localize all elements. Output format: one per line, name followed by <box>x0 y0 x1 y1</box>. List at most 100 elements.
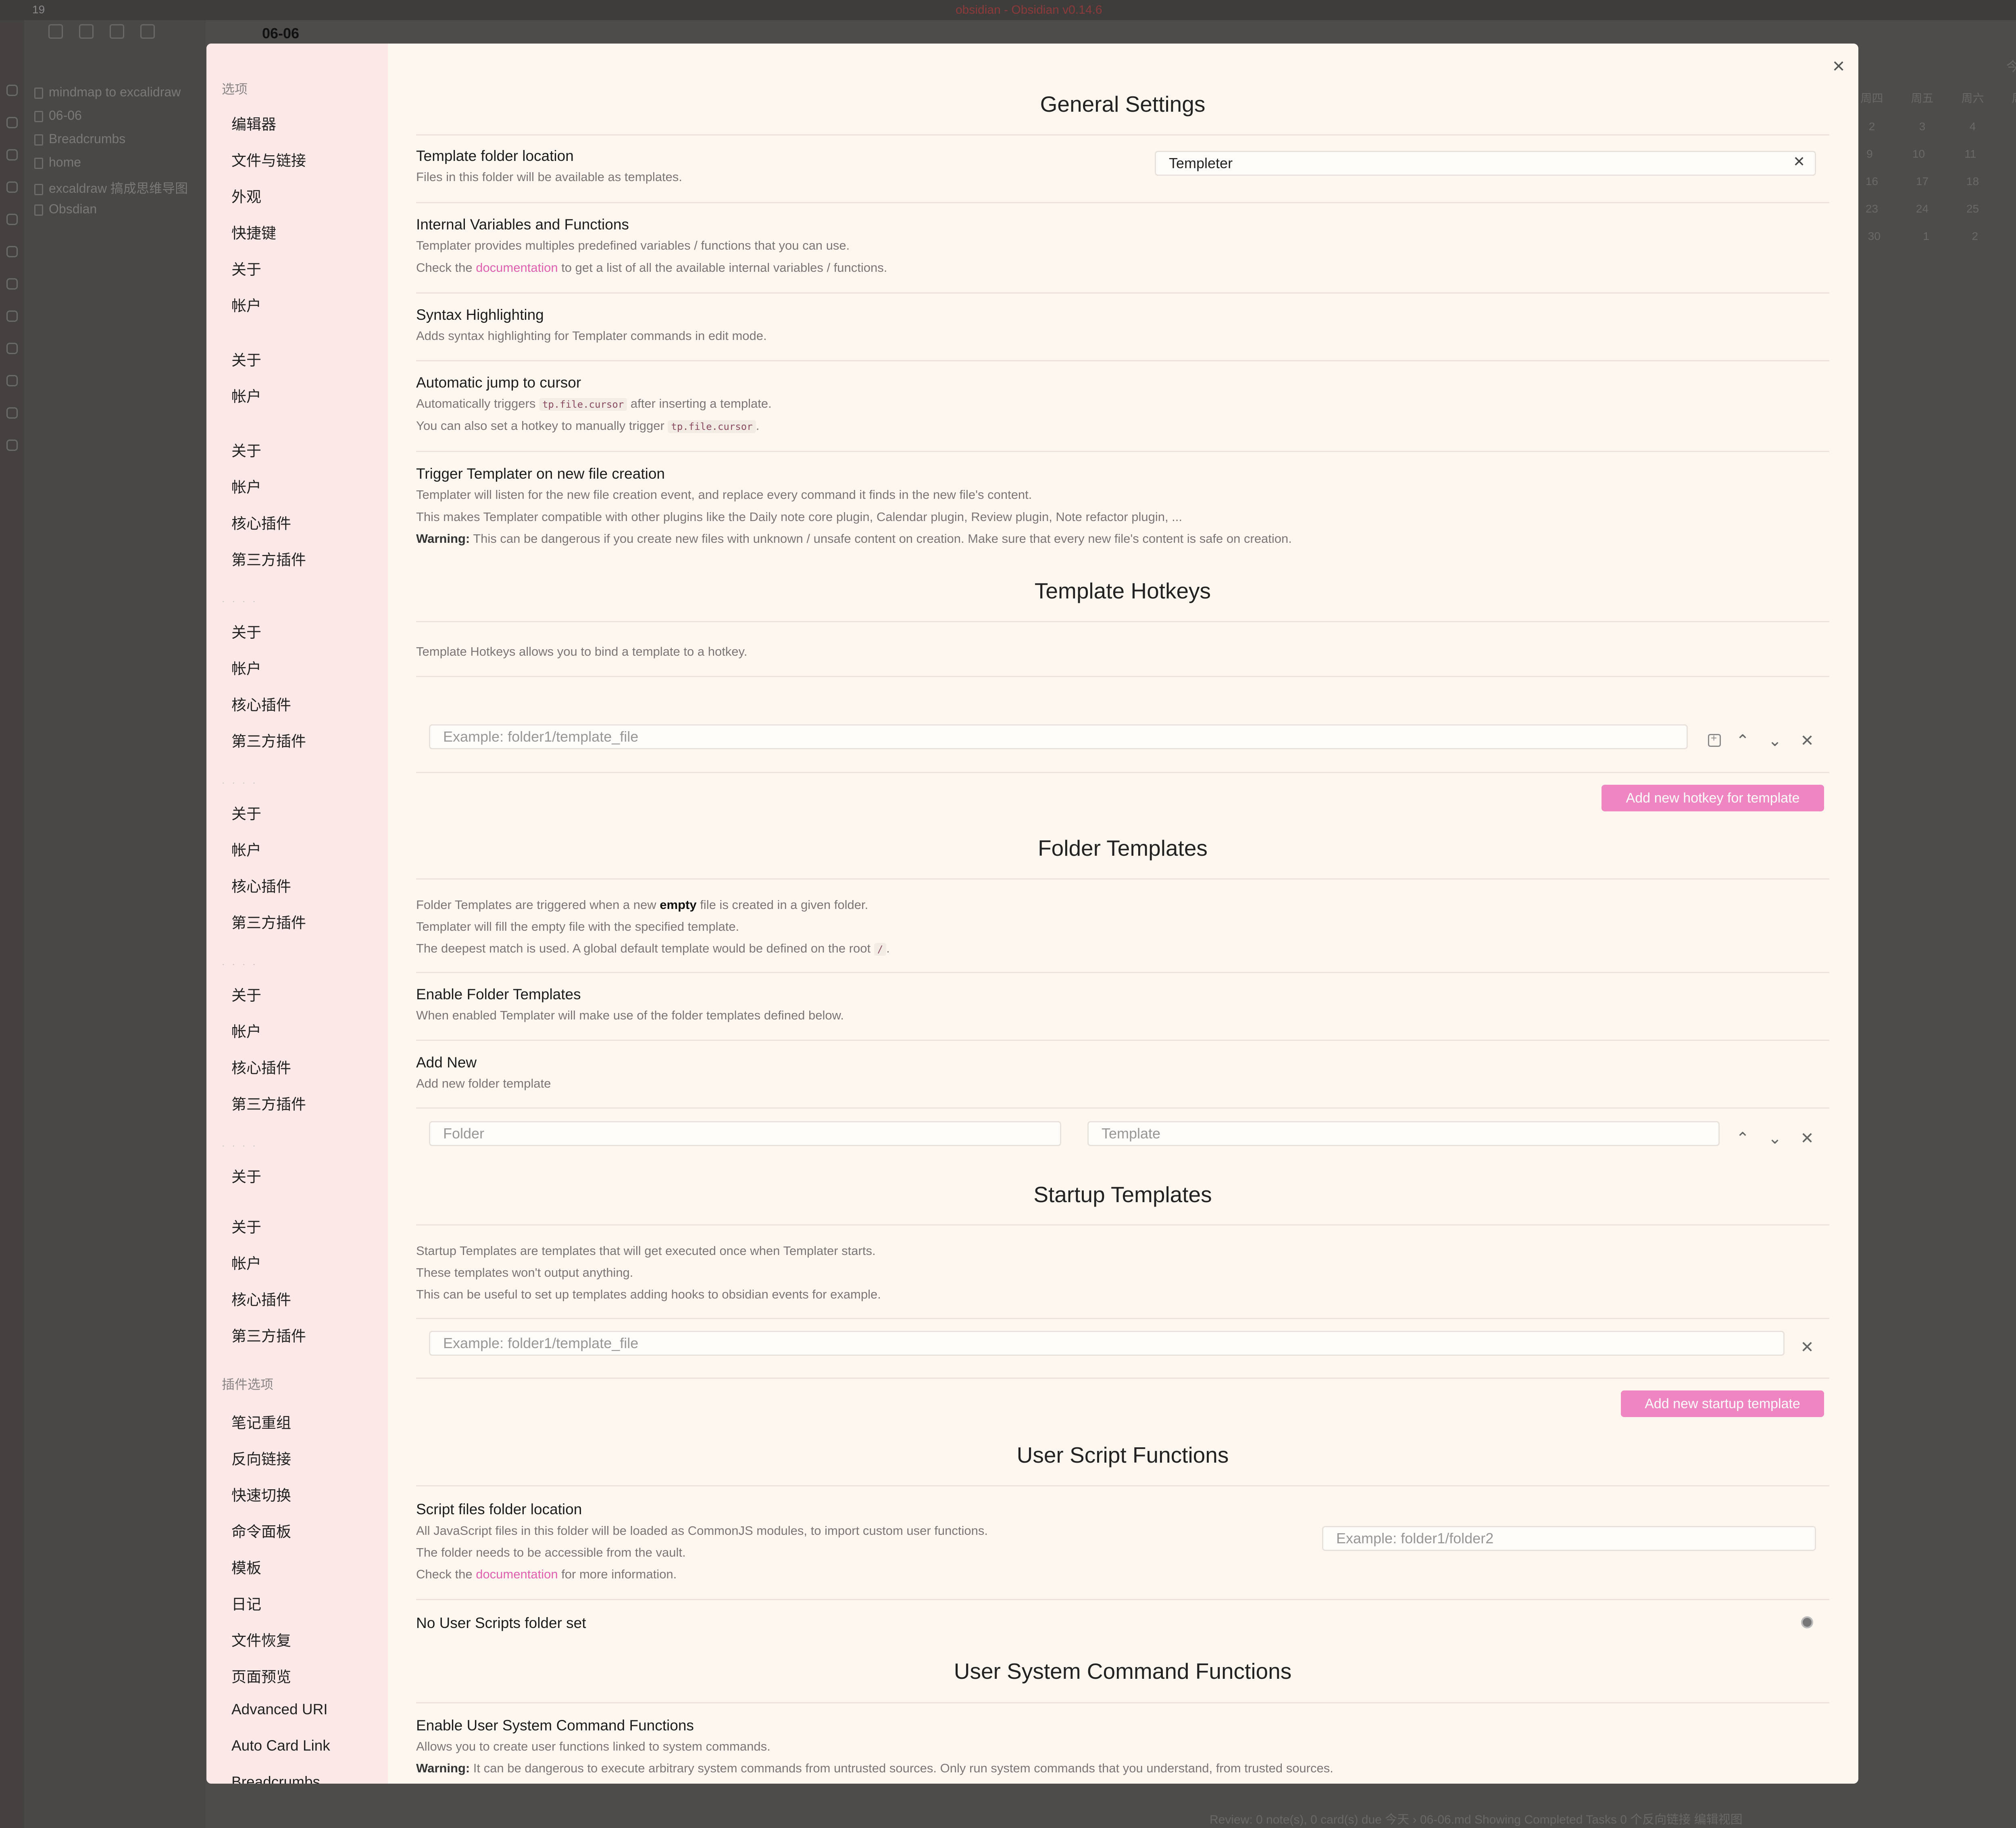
file-item[interactable]: home <box>34 155 81 170</box>
file-item[interactable]: Obsdian <box>34 202 97 217</box>
calendar-day[interactable]: 30 <box>1868 230 1881 243</box>
sidebar-item-breadcrumbs[interactable]: Breadcrumbs <box>231 1774 320 1784</box>
file-item[interactable]: 06-06 <box>34 108 82 123</box>
calendar-day[interactable]: 10 <box>1912 148 1925 160</box>
sidebar-item-note-composer[interactable]: 笔记重组 <box>231 1411 291 1432</box>
chevron-up-icon[interactable]: ⌃ <box>1733 731 1753 751</box>
sidebar-item-advanced-uri[interactable]: Advanced URI <box>231 1701 328 1718</box>
calendar-today[interactable]: 今天 <box>2006 56 2016 75</box>
hotkey-template-input[interactable]: Example: folder1/template_file <box>429 724 1688 749</box>
sidebar-item-account[interactable]: 帐户 <box>231 838 261 860</box>
documentation-link[interactable]: documentation <box>476 261 558 275</box>
calendar-day[interactable]: 3 <box>1919 120 1926 133</box>
active-tab-title[interactable]: 06-06 <box>262 25 299 42</box>
add-startup-template-button[interactable]: Add new startup template <box>1621 1390 1824 1417</box>
ribbon-icon[interactable] <box>6 117 18 128</box>
file-item[interactable]: Breadcrumbs <box>34 131 125 146</box>
close-icon[interactable]: ✕ <box>1797 731 1817 751</box>
sidebar-item-editor[interactable]: 编辑器 <box>231 112 276 134</box>
calendar-day[interactable]: 18 <box>1966 175 1979 188</box>
calendar-day[interactable]: 4 <box>1970 120 1976 133</box>
calendar-day[interactable]: 2 <box>1972 230 1979 243</box>
calendar-day[interactable]: 24 <box>1916 202 1929 215</box>
ribbon-icon[interactable] <box>6 214 18 225</box>
sidebar-item-community-plugins[interactable]: 第三方插件 <box>231 1324 306 1346</box>
sidebar-item-files-links[interactable]: 文件与链接 <box>231 148 306 170</box>
file-item[interactable]: mindmap to excalidraw <box>34 85 181 100</box>
ribbon-icon[interactable] <box>6 278 18 290</box>
sidebar-item-command-palette[interactable]: 命令面板 <box>231 1520 291 1541</box>
sidebar-item-about[interactable]: 关于 <box>231 257 261 279</box>
sidebar-item-core-plugins[interactable]: 核心插件 <box>231 1288 291 1309</box>
calendar-day[interactable]: 11 <box>1964 148 1976 160</box>
sidebar-item-backlinks[interactable]: 反向链接 <box>231 1447 291 1469</box>
sidebar-item-account[interactable]: 帐户 <box>231 475 261 497</box>
ribbon-icon[interactable] <box>6 440 18 451</box>
ribbon-icon[interactable] <box>6 343 18 354</box>
sidebar-item-account[interactable]: 帐户 <box>231 1019 261 1041</box>
sidebar-item-auto-card-link[interactable]: Auto Card Link <box>231 1737 330 1754</box>
refresh-icon[interactable] <box>1801 1616 1813 1628</box>
sidebar-item-about[interactable]: 关于 <box>231 983 261 1005</box>
sidebar-item-core-plugins[interactable]: 核心插件 <box>231 874 291 896</box>
sidebar-item-core-plugins[interactable]: 核心插件 <box>231 693 291 715</box>
add-hotkey-icon[interactable] <box>1708 732 1721 747</box>
close-icon[interactable]: × <box>1826 54 1851 78</box>
template-input[interactable]: Template <box>1087 1121 1720 1146</box>
chevron-up-icon[interactable]: ⌃ <box>1733 1128 1753 1148</box>
sidebar-item-community-plugins[interactable]: 第三方插件 <box>231 911 306 932</box>
ribbon-icon[interactable] <box>6 181 18 193</box>
sidebar-item-community-plugins[interactable]: 第三方插件 <box>231 729 306 751</box>
new-folder-icon[interactable] <box>79 24 94 39</box>
calendar-day[interactable]: 2 <box>1869 120 1875 133</box>
calendar-day[interactable]: 9 <box>1866 148 1873 160</box>
sidebar-item-about[interactable]: 关于 <box>231 348 261 370</box>
chevron-down-icon[interactable]: ⌄ <box>1765 731 1785 751</box>
sort-icon[interactable] <box>140 24 155 39</box>
sidebar-item-core-plugins[interactable]: 核心插件 <box>231 1056 291 1078</box>
sidebar-item-file-recovery[interactable]: 文件恢复 <box>231 1628 291 1650</box>
calendar-day[interactable]: 1 <box>1923 230 1929 243</box>
sidebar-item-community-plugins[interactable]: 第三方插件 <box>231 548 306 569</box>
sidebar-item-about[interactable]: 关于 <box>231 620 261 642</box>
sidebar-item-about[interactable]: 关于 <box>231 1165 261 1186</box>
sidebar-item-templates[interactable]: 模板 <box>231 1556 261 1578</box>
script-folder-input[interactable]: Example: folder1/folder2 <box>1322 1526 1816 1551</box>
folder-input[interactable]: Folder <box>429 1121 1061 1146</box>
sidebar-item-about[interactable]: 关于 <box>231 1215 261 1237</box>
ribbon-icon[interactable] <box>6 246 18 257</box>
sidebar-item-account[interactable]: 帐户 <box>231 384 261 406</box>
sidebar-item-daily-notes[interactable]: 日记 <box>231 1592 261 1614</box>
chevron-down-icon[interactable]: ⌄ <box>1765 1128 1785 1148</box>
sidebar-item-core-plugins[interactable]: 核心插件 <box>231 511 291 533</box>
sidebar-item-account[interactable]: 帐户 <box>231 1251 261 1273</box>
sidebar-item-page-preview[interactable]: 页面预览 <box>231 1665 291 1686</box>
calendar-day[interactable]: 25 <box>1966 202 1979 215</box>
sidebar-item-hotkeys[interactable]: 快捷键 <box>231 221 276 243</box>
ribbon-icon[interactable] <box>6 375 18 386</box>
calendar-day[interactable]: 17 <box>1916 175 1929 188</box>
close-icon[interactable]: ✕ <box>1797 1128 1817 1148</box>
ribbon-icon[interactable] <box>6 149 18 160</box>
ribbon-icon[interactable] <box>6 85 18 96</box>
sidebar-item-quick-switcher[interactable]: 快速切换 <box>231 1483 291 1505</box>
search-icon[interactable] <box>110 24 124 39</box>
calendar-day[interactable]: 23 <box>1866 202 1878 215</box>
sidebar-item-about[interactable]: 关于 <box>231 439 261 461</box>
sidebar-item-appearance[interactable]: 外观 <box>231 185 261 206</box>
sidebar-item-account[interactable]: 帐户 <box>231 294 261 315</box>
ribbon-icon[interactable] <box>6 311 18 322</box>
ribbon-icon[interactable] <box>6 407 18 419</box>
documentation-link[interactable]: documentation <box>476 1567 558 1581</box>
clear-icon[interactable]: ✕ <box>1793 153 1805 170</box>
startup-template-input[interactable]: Example: folder1/template_file <box>429 1331 1785 1356</box>
sidebar-item-about[interactable]: 关于 <box>231 802 261 823</box>
calendar-day[interactable]: 16 <box>1866 175 1878 188</box>
sidebar-item-account[interactable]: 帐户 <box>231 657 261 678</box>
close-icon[interactable]: ✕ <box>1797 1337 1817 1357</box>
add-hotkey-button[interactable]: Add new hotkey for template <box>1602 785 1824 811</box>
new-note-icon[interactable] <box>48 24 63 39</box>
file-item[interactable]: excaldraw 搞成思维导图 <box>34 178 188 197</box>
sidebar-item-community-plugins[interactable]: 第三方插件 <box>231 1092 306 1114</box>
template-folder-input[interactable]: Templeter <box>1155 151 1816 176</box>
